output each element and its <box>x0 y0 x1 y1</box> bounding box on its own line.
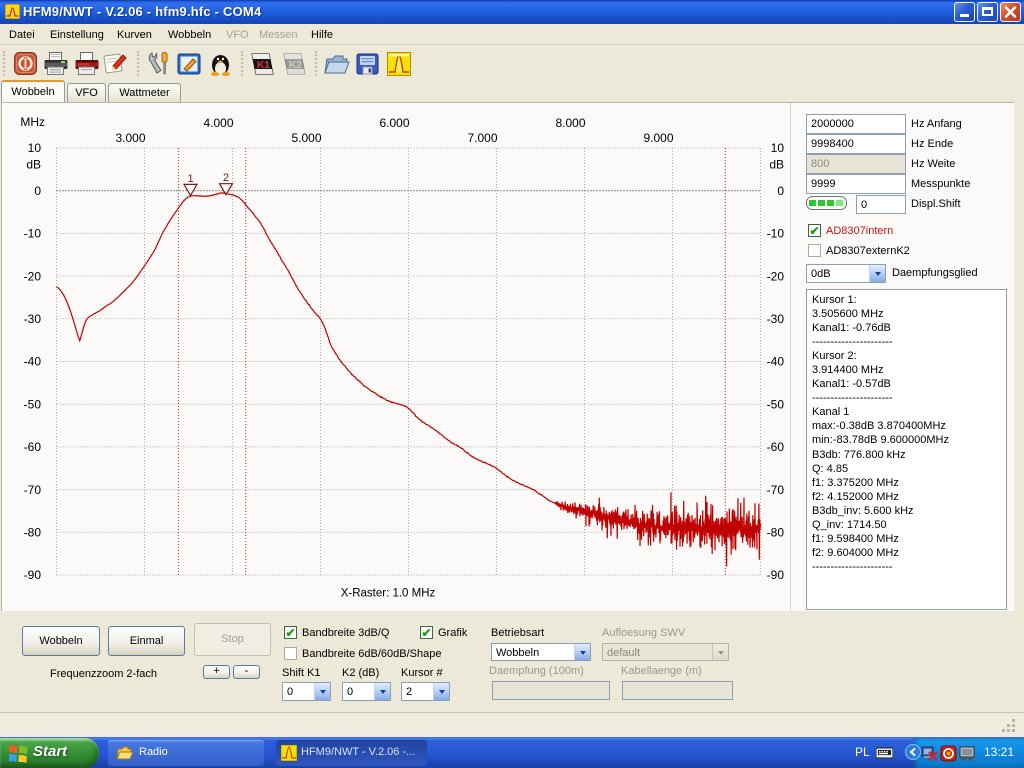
svg-text:-80: -80 <box>767 526 785 540</box>
svg-text:-70: -70 <box>24 483 42 497</box>
svg-text:2: 2 <box>223 172 229 184</box>
svg-text:-40: -40 <box>24 355 42 369</box>
svg-text:-90: -90 <box>767 568 785 582</box>
svg-text:-60: -60 <box>767 440 785 454</box>
svg-text:10: 10 <box>771 141 785 155</box>
svg-text:9.000: 9.000 <box>643 131 673 145</box>
svg-text:-60: -60 <box>24 440 42 454</box>
svg-text:-70: -70 <box>767 483 785 497</box>
svg-text:dB: dB <box>769 158 784 172</box>
svg-text:6.000: 6.000 <box>379 116 409 130</box>
svg-text:-80: -80 <box>24 526 42 540</box>
svg-text:0: 0 <box>34 184 41 198</box>
svg-text:-40: -40 <box>767 355 785 369</box>
svg-text:0: 0 <box>777 184 784 198</box>
svg-text:-20: -20 <box>24 269 42 283</box>
svg-text:-50: -50 <box>24 397 42 411</box>
svg-text:-30: -30 <box>767 312 785 326</box>
svg-text:4.000: 4.000 <box>203 116 233 130</box>
svg-text:10: 10 <box>28 141 42 155</box>
svg-text:8.000: 8.000 <box>555 116 585 130</box>
svg-text:1: 1 <box>187 173 193 185</box>
svg-text:5.000: 5.000 <box>291 131 321 145</box>
svg-text:-30: -30 <box>24 312 42 326</box>
svg-text:-10: -10 <box>24 227 42 241</box>
svg-text:K1: K1 <box>257 60 270 71</box>
svg-text:-90: -90 <box>24 568 42 582</box>
svg-text:dB: dB <box>26 158 41 172</box>
svg-text:7.000: 7.000 <box>467 131 497 145</box>
svg-text:-50: -50 <box>767 397 785 411</box>
svg-text:3.000: 3.000 <box>115 131 145 145</box>
svg-text:-20: -20 <box>767 269 785 283</box>
svg-text:K2: K2 <box>289 60 302 71</box>
svg-text:X-Raster: 1.0 MHz: X-Raster: 1.0 MHz <box>341 588 436 600</box>
svg-text:-10: -10 <box>767 227 785 241</box>
svg-text:MHz: MHz <box>20 115 45 129</box>
